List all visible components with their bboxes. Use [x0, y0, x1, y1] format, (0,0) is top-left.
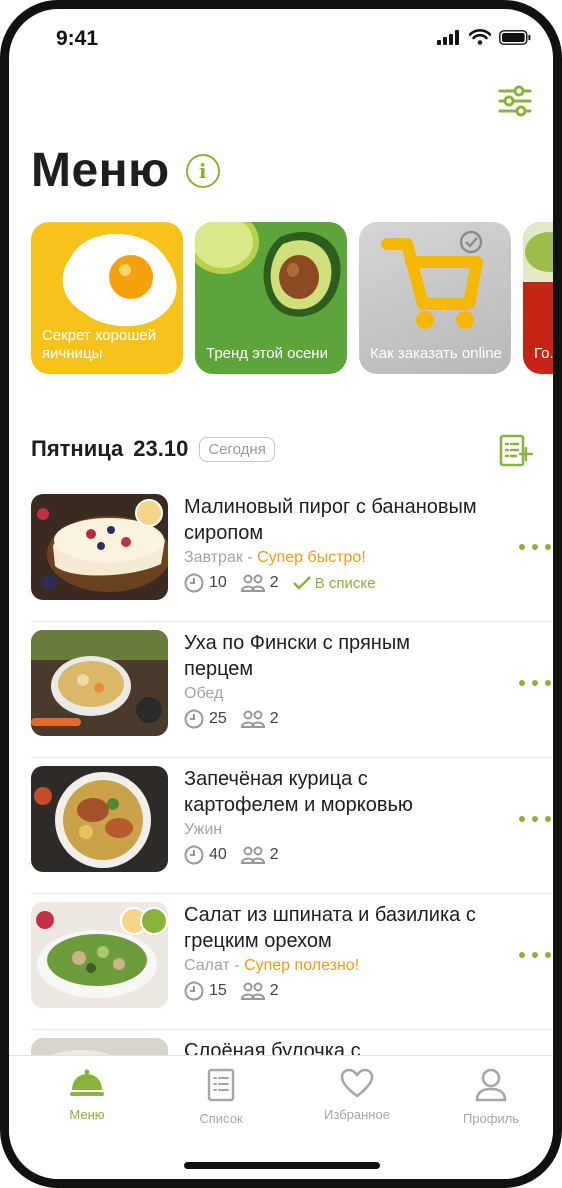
servings: 2 — [240, 981, 279, 1001]
more-options-icon[interactable] — [519, 811, 551, 827]
divider — [31, 621, 553, 622]
tab-profile[interactable]: Профиль — [431, 1068, 551, 1126]
story-card-eggs[interactable]: Секрет хорошей яичницы — [31, 222, 183, 374]
recipe-category: Завтрак - Супер быстро! — [184, 549, 366, 566]
shield-badge-icon — [140, 907, 168, 935]
recipe-info: Уха по Фински с пряным перцем Обед 25 2 — [184, 630, 484, 729]
page-title: Меню — [31, 144, 170, 197]
phone-frame: 9:41 Меню i Секрет хорошей яичницы Тренд… — [0, 0, 562, 1188]
tab-label: Профиль — [462, 1111, 520, 1126]
check-icon — [292, 576, 311, 590]
story-card-order[interactable]: Как заказать online — [359, 222, 511, 374]
tab-label: Список — [199, 1111, 243, 1126]
tab-favorites[interactable]: Избранное — [297, 1068, 417, 1122]
list-icon — [207, 1068, 235, 1102]
recipe-item[interactable]: Малиновый пирог с банановым сиропом Завт… — [31, 494, 551, 622]
recipe-name: Уха по Фински с пряным перцем — [184, 632, 410, 680]
title-row: Меню i — [31, 143, 220, 198]
tab-menu[interactable]: Меню — [27, 1068, 147, 1122]
status-time: 9:41 — [56, 27, 99, 50]
more-options-icon[interactable] — [519, 539, 551, 555]
recipe-meta: 40 2 — [184, 845, 484, 865]
recipe-name: Малиновый пирог с банановым сиропом — [184, 496, 477, 544]
recipe-thumbnail — [31, 766, 168, 872]
recipe-meta: 15 2 — [184, 981, 484, 1001]
heart-icon — [340, 1068, 374, 1098]
cook-time: 15 — [184, 981, 227, 1001]
recipe-item[interactable]: Уха по Фински с пряным перцем Обед 25 2 — [31, 630, 551, 758]
recipe-info: Салат из шпината и базилика с грецким ор… — [184, 902, 484, 1001]
people-icon — [240, 846, 265, 864]
cloche-icon — [70, 1069, 104, 1096]
cook-time: 40 — [184, 845, 227, 865]
divider — [31, 893, 553, 894]
divider — [31, 757, 553, 758]
recipe-info: Запечёная курица с картофелем и морковью… — [184, 766, 484, 865]
divider — [31, 1029, 553, 1030]
recipe-category: Ужин — [184, 821, 223, 838]
people-icon — [240, 574, 265, 592]
servings: 2 — [240, 845, 279, 865]
recipe-note: Супер быстро! — [257, 549, 366, 566]
people-icon — [240, 710, 265, 728]
servings: 2 — [240, 709, 279, 729]
people-icon — [240, 982, 265, 1000]
recipe-item[interactable]: Запечёная курица с картофелем и морковью… — [31, 766, 551, 894]
recipe-name: Запечёная курица с картофелем и морковью — [184, 768, 413, 816]
clock-icon — [184, 573, 204, 593]
in-list-status: В списке — [292, 575, 375, 592]
recipe-meta: 25 2 — [184, 709, 484, 729]
cook-time: 25 — [184, 709, 227, 729]
recipe-note: Супер полезно! — [244, 957, 360, 974]
tab-label: Избранное — [324, 1107, 390, 1122]
recipe-thumbnail — [31, 494, 168, 600]
day-name: Пятница — [31, 436, 124, 461]
story-label: Тренд этой осени — [206, 345, 328, 362]
clock-icon — [184, 981, 204, 1001]
story-card-partial[interactable]: Го... со... — [523, 222, 562, 374]
signal-icon — [437, 29, 459, 45]
today-badge[interactable]: Сегодня — [199, 436, 275, 462]
more-options-icon[interactable] — [519, 947, 551, 963]
clock-icon — [184, 709, 204, 729]
recipe-meta: 10 2 В списке — [184, 573, 484, 593]
recipe-category: Салат - Супер полезно! — [184, 957, 360, 974]
tab-bar: Меню Список Избранное Профиль — [9, 1055, 553, 1179]
stories-carousel[interactable]: Секрет хорошей яичницы Тренд этой осени … — [31, 222, 562, 376]
user-icon — [475, 1068, 507, 1102]
home-indicator — [184, 1162, 380, 1169]
soup-image — [31, 630, 168, 736]
wifi-icon — [469, 29, 491, 45]
recipe-thumbnail — [31, 902, 168, 1008]
status-bar: 9:41 — [9, 9, 553, 75]
filter-button[interactable] — [497, 83, 533, 119]
status-icons — [437, 29, 531, 45]
recipe-thumbnail — [31, 630, 168, 736]
recipe-category: Обед — [184, 685, 224, 702]
recipe-item[interactable]: Салат из шпината и базилика с грецким ор… — [31, 902, 551, 1030]
add-to-list-icon[interactable] — [499, 434, 533, 468]
story-label: Как заказать online — [370, 345, 502, 362]
day-header: Пятница 23.10 Сегодня — [31, 436, 275, 462]
story-card-avocado[interactable]: Тренд этой осени — [195, 222, 347, 374]
day-date: 23.10 — [133, 436, 189, 461]
recipe-info: Малиновый пирог с банановым сиропом Завт… — [184, 494, 484, 593]
pizza-badge-icon — [135, 499, 163, 527]
recipe-name: Салат из шпината и базилика с грецким ор… — [184, 904, 476, 952]
story-label: Секрет хорошей яичницы — [42, 327, 157, 362]
more-options-icon[interactable] — [519, 675, 551, 691]
story-label: Го... со... — [534, 345, 562, 362]
cook-time: 10 — [184, 573, 227, 593]
tab-label: Меню — [69, 1107, 105, 1122]
chicken-image — [31, 766, 168, 872]
tab-list[interactable]: Список — [161, 1068, 281, 1126]
battery-icon — [499, 29, 531, 45]
info-icon[interactable]: i — [185, 153, 220, 188]
servings: 2 — [240, 573, 279, 593]
clock-icon — [184, 845, 204, 865]
